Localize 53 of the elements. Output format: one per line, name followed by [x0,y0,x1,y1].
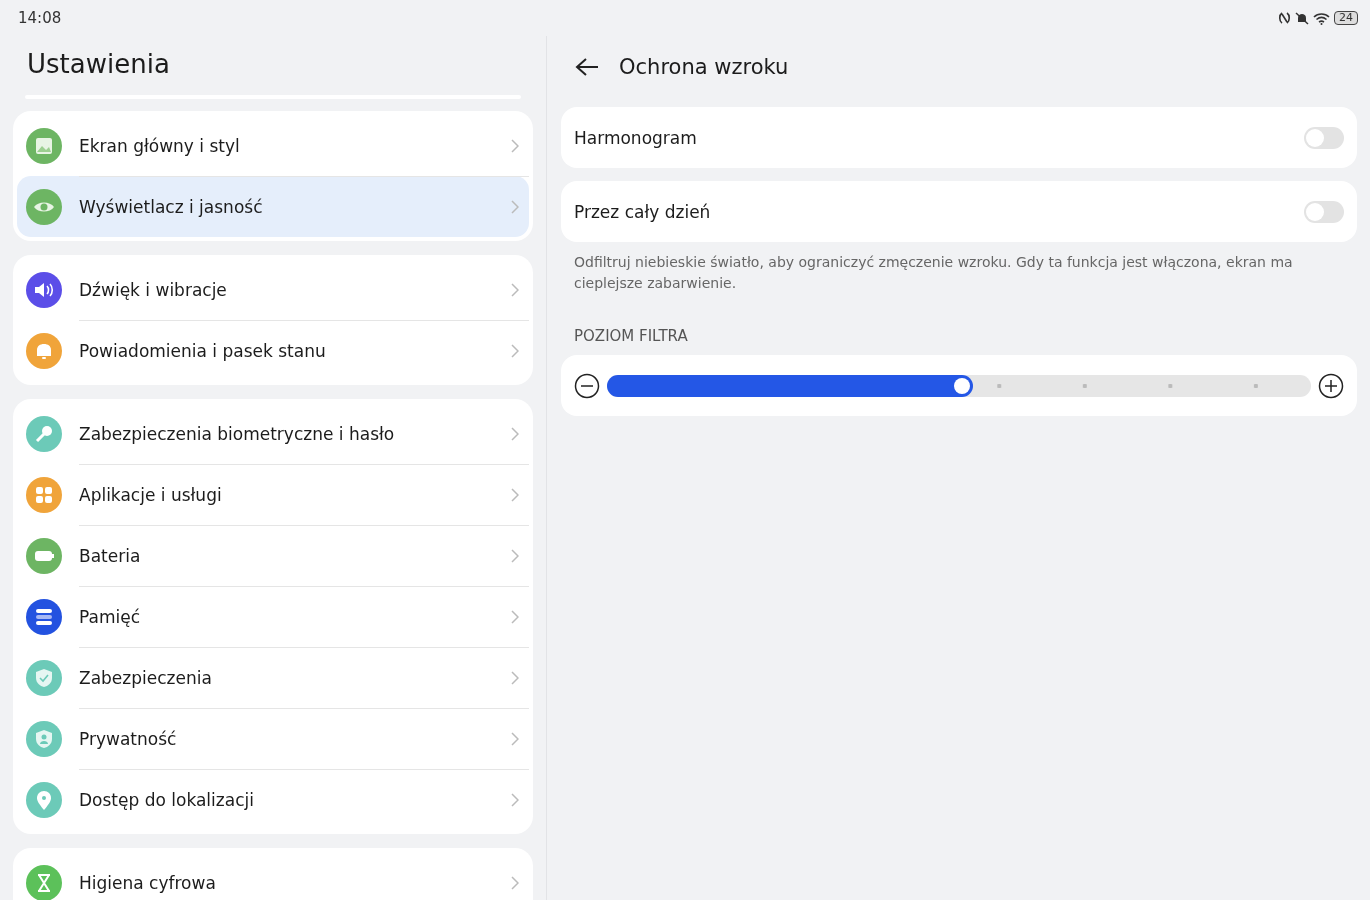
settings-item-label: Aplikacje i usługi [79,485,222,505]
filter-slider[interactable] [607,374,1311,397]
plus-icon[interactable] [1318,372,1344,399]
settings-item[interactable]: Zabezpieczenia [17,647,529,708]
description-text: Odfiltruj niebieskie światło, aby ograniczyć zmęczenie wzroku. Gdy ta funkcja jest włączona, ekran ma cieplejsze zabarwienie. [574,253,1294,293]
settings-item-label: Wyświetlacz i jasność [79,197,263,217]
settings-item-label: Zabezpieczenia biometryczne i hasło [79,423,395,444]
minus-icon[interactable] [574,372,600,399]
chevron-icon [511,200,519,214]
chevron-icon [511,671,519,685]
settings-item-label: Powiadomienia i pasek stanu [79,341,326,361]
settings-item[interactable]: Powiadomienia i pasek stanu [17,320,529,381]
toggle-label: Przez cały dzień [574,201,711,222]
chevron-icon [511,426,519,441]
battery-indicator: 24 [1334,11,1358,25]
chevron-icon [511,732,519,746]
chevron-icon [511,344,519,358]
settings-item-label: Pamięć [79,607,140,627]
settings-item-label: Zabezpieczenia [79,668,212,688]
settings-item[interactable]: Ekran główny i styl [17,115,529,176]
chevron-icon [511,488,519,502]
chevron-icon [511,549,519,563]
muted-bell-icon [1295,11,1309,25]
settings-item-label: Prywatność [79,729,177,749]
detail-title: Ochrona wzroku [619,55,789,79]
settings-item-label: Ekran główny i styl [79,135,240,156]
back-arrow-icon[interactable] [575,57,599,77]
settings-item[interactable]: Pamięć [17,586,529,647]
settings-item[interactable]: Zabezpieczenia biometryczne i hasło [17,403,529,464]
settings-item-label: Bateria [79,546,141,566]
settings-item[interactable]: Dźwięk i wibracje [17,259,529,320]
status-time: 14:08 [18,9,62,27]
chevron-icon [511,138,519,153]
nfc-icon [1278,12,1291,24]
settings-item[interactable]: Dostęp do lokalizacji [17,769,529,830]
settings-item-label: Higiena cyfrowa [79,872,216,893]
section-header: POZIOM FILTRA [574,327,689,345]
chevron-icon [511,875,519,890]
chevron-icon [511,610,519,624]
chevron-icon [511,282,519,297]
settings-item[interactable]: Wyświetlacz i jasność [17,176,529,237]
toggle-switch[interactable] [1304,200,1344,223]
chevron-icon [511,793,519,807]
settings-item[interactable]: Bateria [17,525,529,586]
page-title: Ustawienia [27,49,171,81]
settings-item[interactable]: Prywatność [17,708,529,769]
settings-item[interactable]: Aplikacje i usługi [17,464,529,525]
settings-item-label: Dostęp do lokalizacji [79,790,254,810]
wifi-icon [1313,11,1330,25]
settings-item[interactable]: Higiena cyfrowa [17,852,529,900]
toggle-switch[interactable] [1304,126,1344,149]
toggle-label: Harmonogram [574,127,697,148]
settings-item-label: Dźwięk i wibracje [79,279,227,300]
